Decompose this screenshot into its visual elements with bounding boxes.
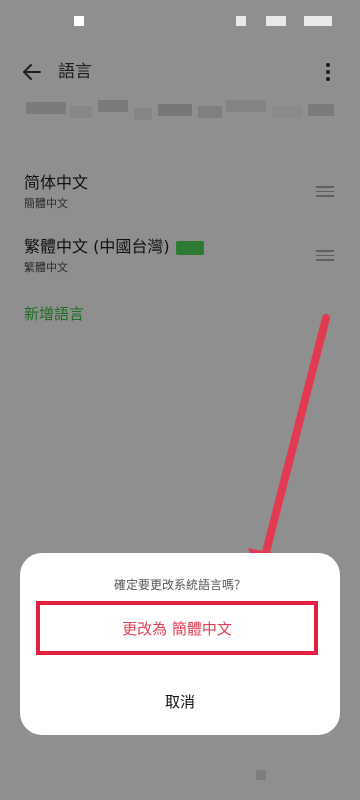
signal-icon [236,16,246,26]
navigation-indicator [256,770,266,780]
page-title: 語言 [58,62,92,82]
app-bar: 語言 [0,50,360,94]
arrow-left-icon[interactable] [20,60,44,84]
confirm-dialog: 確定要更改系統語言嗎？ 更改為 簡體中文 取消 [20,553,340,735]
more-vertical-icon[interactable] [318,60,338,84]
dialog-message: 確定要更改系統語言嗎？ [113,578,246,592]
status-icon [74,16,84,26]
language-subtitle: 簡體中文 [24,197,68,210]
battery-icon [304,16,332,26]
add-language-link[interactable]: 新增語言 [24,303,84,325]
flag-icon [175,240,204,255]
language-name: 繁體中文 (中國台灣) [24,237,170,256]
status-bar [0,0,360,40]
cancel-button[interactable]: 取消 [20,681,340,721]
confirm-change-button[interactable]: 更改為 簡體中文 [36,601,318,655]
list-item[interactable]: 繁體中文 (中國台灣) 繁體中文 [0,236,360,296]
blurred-description [26,100,336,126]
drag-handle-icon[interactable] [316,186,334,197]
language-name-row: 繁體中文 (中國台灣) [24,236,204,258]
wifi-icon [266,16,286,26]
confirm-button-label: 更改為 簡體中文 [122,619,232,638]
language-name: 简体中文 [24,173,89,192]
list-item[interactable]: 简体中文 簡體中文 [0,172,360,232]
language-subtitle: 繁體中文 [24,261,68,274]
drag-handle-icon[interactable] [316,250,334,261]
